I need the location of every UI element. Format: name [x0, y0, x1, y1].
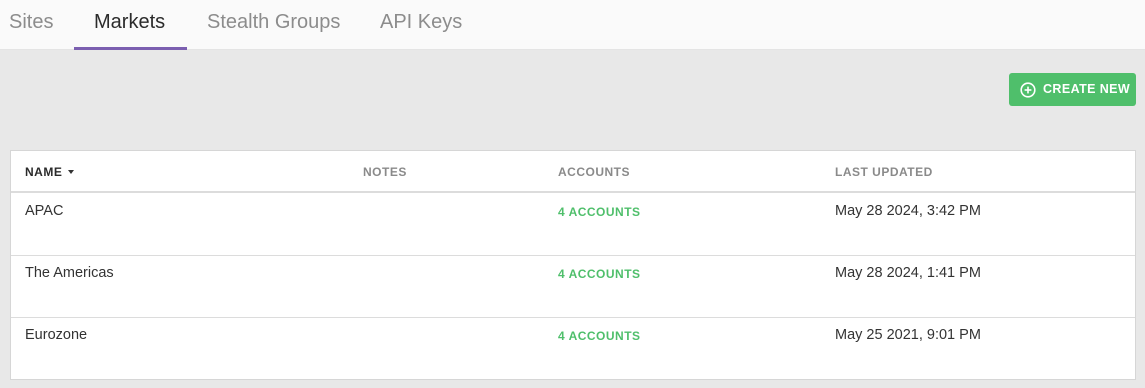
tab-api-keys[interactable]: API Keys — [380, 0, 462, 50]
last-updated: May 28 2024, 1:41 PM — [835, 265, 981, 281]
column-header-name-label: NAME — [25, 165, 63, 179]
table-row[interactable]: APAC 4 ACCOUNTS May 28 2024, 3:42 PM — [11, 194, 1135, 256]
last-updated: May 28 2024, 3:42 PM — [835, 203, 981, 219]
create-new-label: CREATE NEW — [1043, 82, 1131, 96]
column-header-name[interactable]: NAME — [25, 151, 75, 193]
tab-sites[interactable]: Sites — [9, 0, 53, 50]
tab-bar: Sites Markets Stealth Groups API Keys — [0, 0, 1145, 50]
accounts-link[interactable]: 4 ACCOUNTS — [558, 203, 641, 221]
markets-table: NAME NOTES ACCOUNTS LAST UPDATED APAC 4 … — [10, 150, 1136, 380]
tab-stealth-groups[interactable]: Stealth Groups — [207, 0, 340, 50]
plus-circle-icon — [1020, 82, 1036, 98]
table-row[interactable]: The Americas 4 ACCOUNTS May 28 2024, 1:4… — [11, 256, 1135, 318]
column-header-accounts: ACCOUNTS — [558, 165, 630, 179]
tab-markets[interactable]: Markets — [94, 0, 165, 50]
create-new-button[interactable]: CREATE NEW — [1009, 73, 1136, 106]
table-header: NAME NOTES ACCOUNTS LAST UPDATED — [11, 151, 1135, 193]
market-name: Eurozone — [25, 327, 88, 343]
column-header-notes: NOTES — [363, 165, 407, 179]
accounts-link[interactable]: 4 ACCOUNTS — [558, 327, 641, 345]
active-tab-indicator — [74, 47, 187, 50]
market-name: APAC — [25, 203, 64, 219]
table-row[interactable]: Eurozone 4 ACCOUNTS May 25 2021, 9:01 PM — [11, 318, 1135, 380]
caret-down-icon — [68, 169, 75, 174]
column-header-last-updated: LAST UPDATED — [835, 165, 933, 179]
accounts-link[interactable]: 4 ACCOUNTS — [558, 265, 641, 283]
market-name: The Americas — [25, 265, 114, 281]
last-updated: May 25 2021, 9:01 PM — [835, 327, 981, 343]
